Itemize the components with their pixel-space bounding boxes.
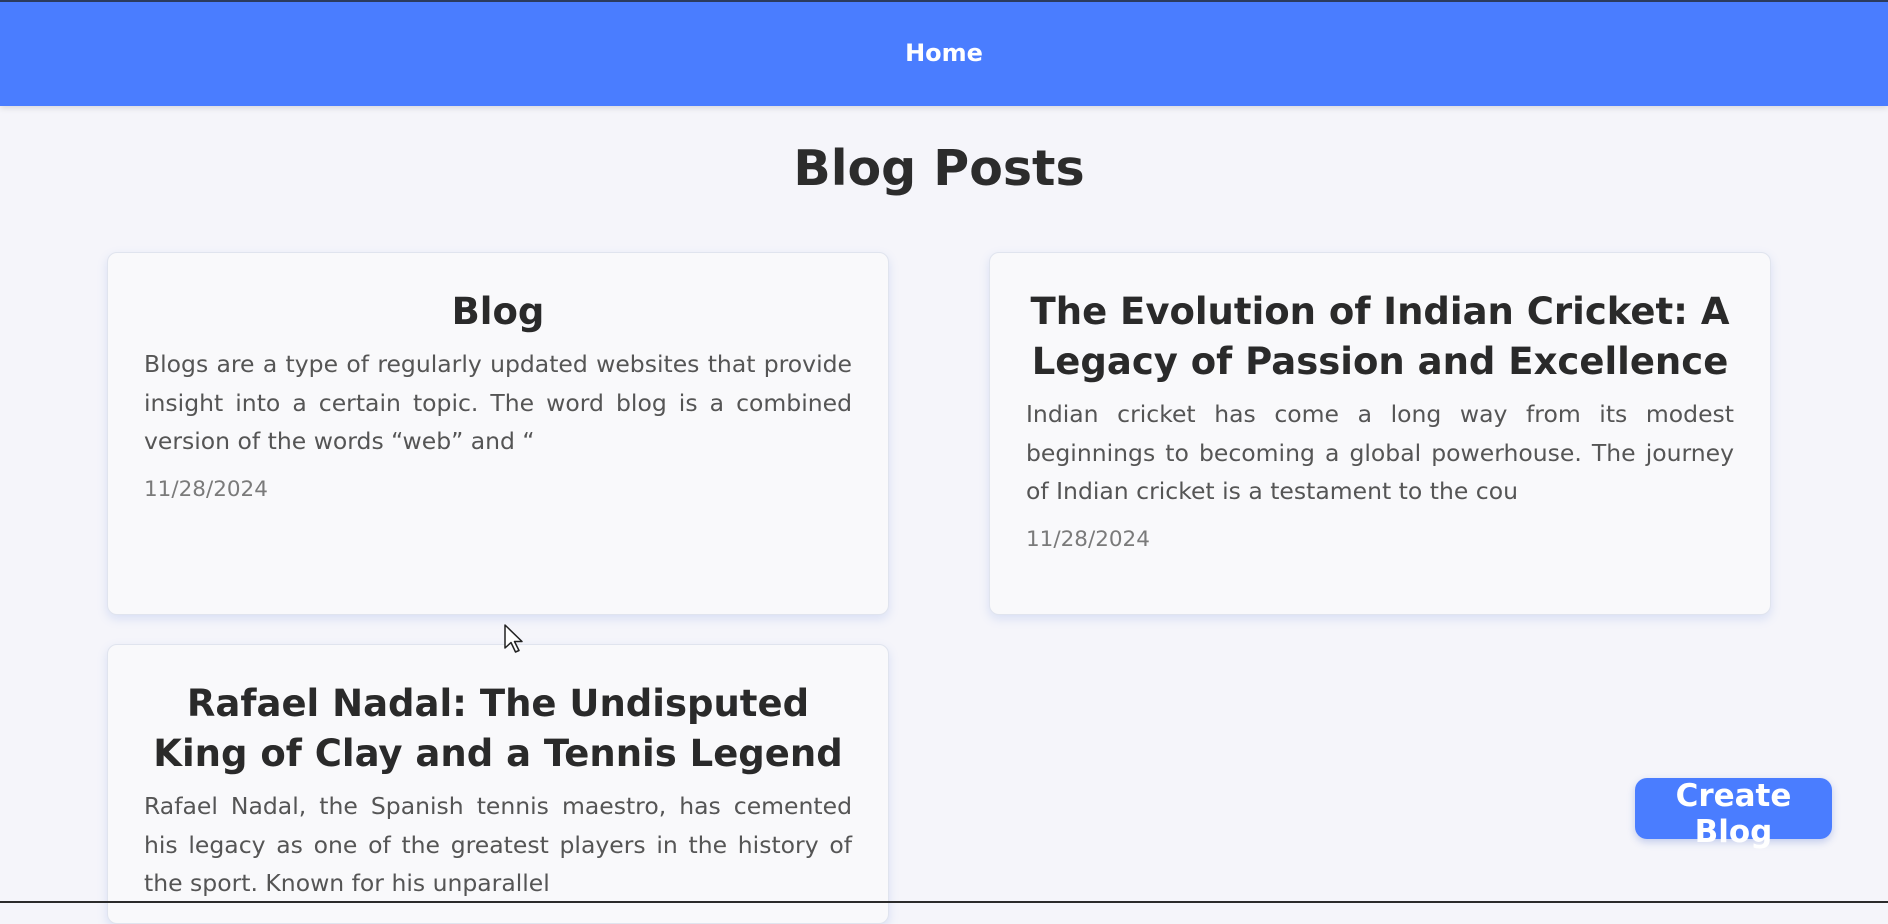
nav-home-link[interactable]: Home [905, 39, 983, 67]
page-title: Blog Posts [793, 140, 1085, 197]
post-date: 11/28/2024 [1026, 526, 1150, 552]
blog-post-card[interactable]: The Evolution of Indian Cricket: A Legac… [989, 252, 1771, 615]
create-blog-button[interactable]: Create Blog [1635, 778, 1832, 850]
blog-post-card[interactable]: Blog Blogs are a type of regularly updat… [107, 252, 889, 615]
post-title[interactable]: The Evolution of Indian Cricket: A Legac… [1026, 287, 1734, 387]
blog-post-card[interactable]: Rafael Nadal: The Undisputed King of Cla… [107, 644, 889, 924]
mouse-pointer-icon [504, 624, 523, 653]
post-excerpt: Blogs are a type of regularly updated we… [144, 350, 852, 455]
top-navbar: Home [0, 0, 1888, 106]
post-excerpt: Indian cricket has come a long way from … [1026, 400, 1734, 505]
top-edge-divider [0, 0, 1888, 2]
post-title[interactable]: Blog [144, 287, 852, 337]
post-title[interactable]: Rafael Nadal: The Undisputed King of Cla… [144, 679, 852, 779]
post-date: 11/28/2024 [144, 476, 268, 502]
post-excerpt: Rafael Nadal, the Spanish tennis maestro… [144, 792, 852, 897]
